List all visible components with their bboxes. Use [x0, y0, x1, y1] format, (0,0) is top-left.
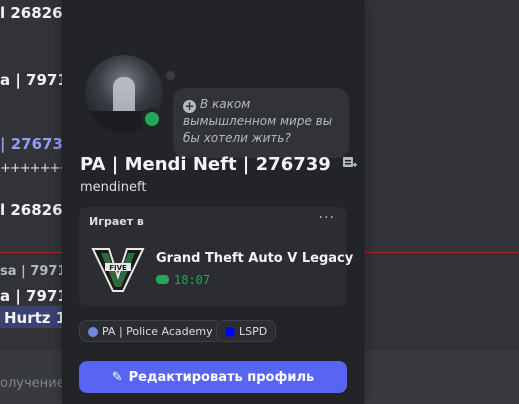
display-name-text: PA | Mendi Neft | 276739	[80, 154, 331, 175]
profile-display-name: PA | Mendi Neft | 276739	[80, 154, 358, 175]
role-pill[interactable]: LSPD	[216, 320, 277, 342]
activity-elapsed-time: 18:07	[156, 273, 210, 287]
role-color-dot	[225, 327, 235, 337]
svg-text:FIVE: FIVE	[109, 264, 127, 272]
role-name: PA | Police Academy	[102, 325, 213, 338]
message-input-placeholder: олучение	[0, 376, 65, 391]
activity-card: Играет в ··· FIVE Grand Theft Auto V Leg…	[79, 207, 353, 306]
add-status-icon: +	[183, 99, 196, 113]
edit-profile-button[interactable]: ✎ Редактировать профиль	[79, 361, 347, 393]
gamepad-icon	[156, 275, 169, 284]
custom-status-text: В каком вымышленном мире вы бы хотели жи…	[183, 97, 333, 145]
custom-status-bubble[interactable]: + В каком вымышленном мире вы бы хотели ж…	[173, 88, 349, 158]
user-profile-popout: + В каком вымышленном мире вы бы хотели ж…	[62, 0, 364, 404]
edit-profile-label: Редактировать профиль	[128, 369, 315, 385]
online-status-indicator	[141, 108, 163, 130]
elapsed-time-text: 18:07	[174, 273, 211, 287]
pencil-icon: ✎	[111, 369, 123, 385]
profile-username: mendineft	[80, 180, 147, 195]
activity-header: Играет в	[89, 215, 144, 228]
role-color-dot	[88, 327, 98, 337]
notes-icon[interactable]	[343, 157, 358, 169]
activity-more-button[interactable]: ···	[319, 210, 335, 226]
status-bubble-tail	[166, 71, 175, 80]
role-pill[interactable]: PA | Police Academy	[79, 320, 222, 342]
gta-v-logo-icon: FIVE	[89, 239, 147, 297]
role-name: LSPD	[239, 325, 268, 338]
game-title: Grand Theft Auto V Legacy	[156, 251, 354, 266]
